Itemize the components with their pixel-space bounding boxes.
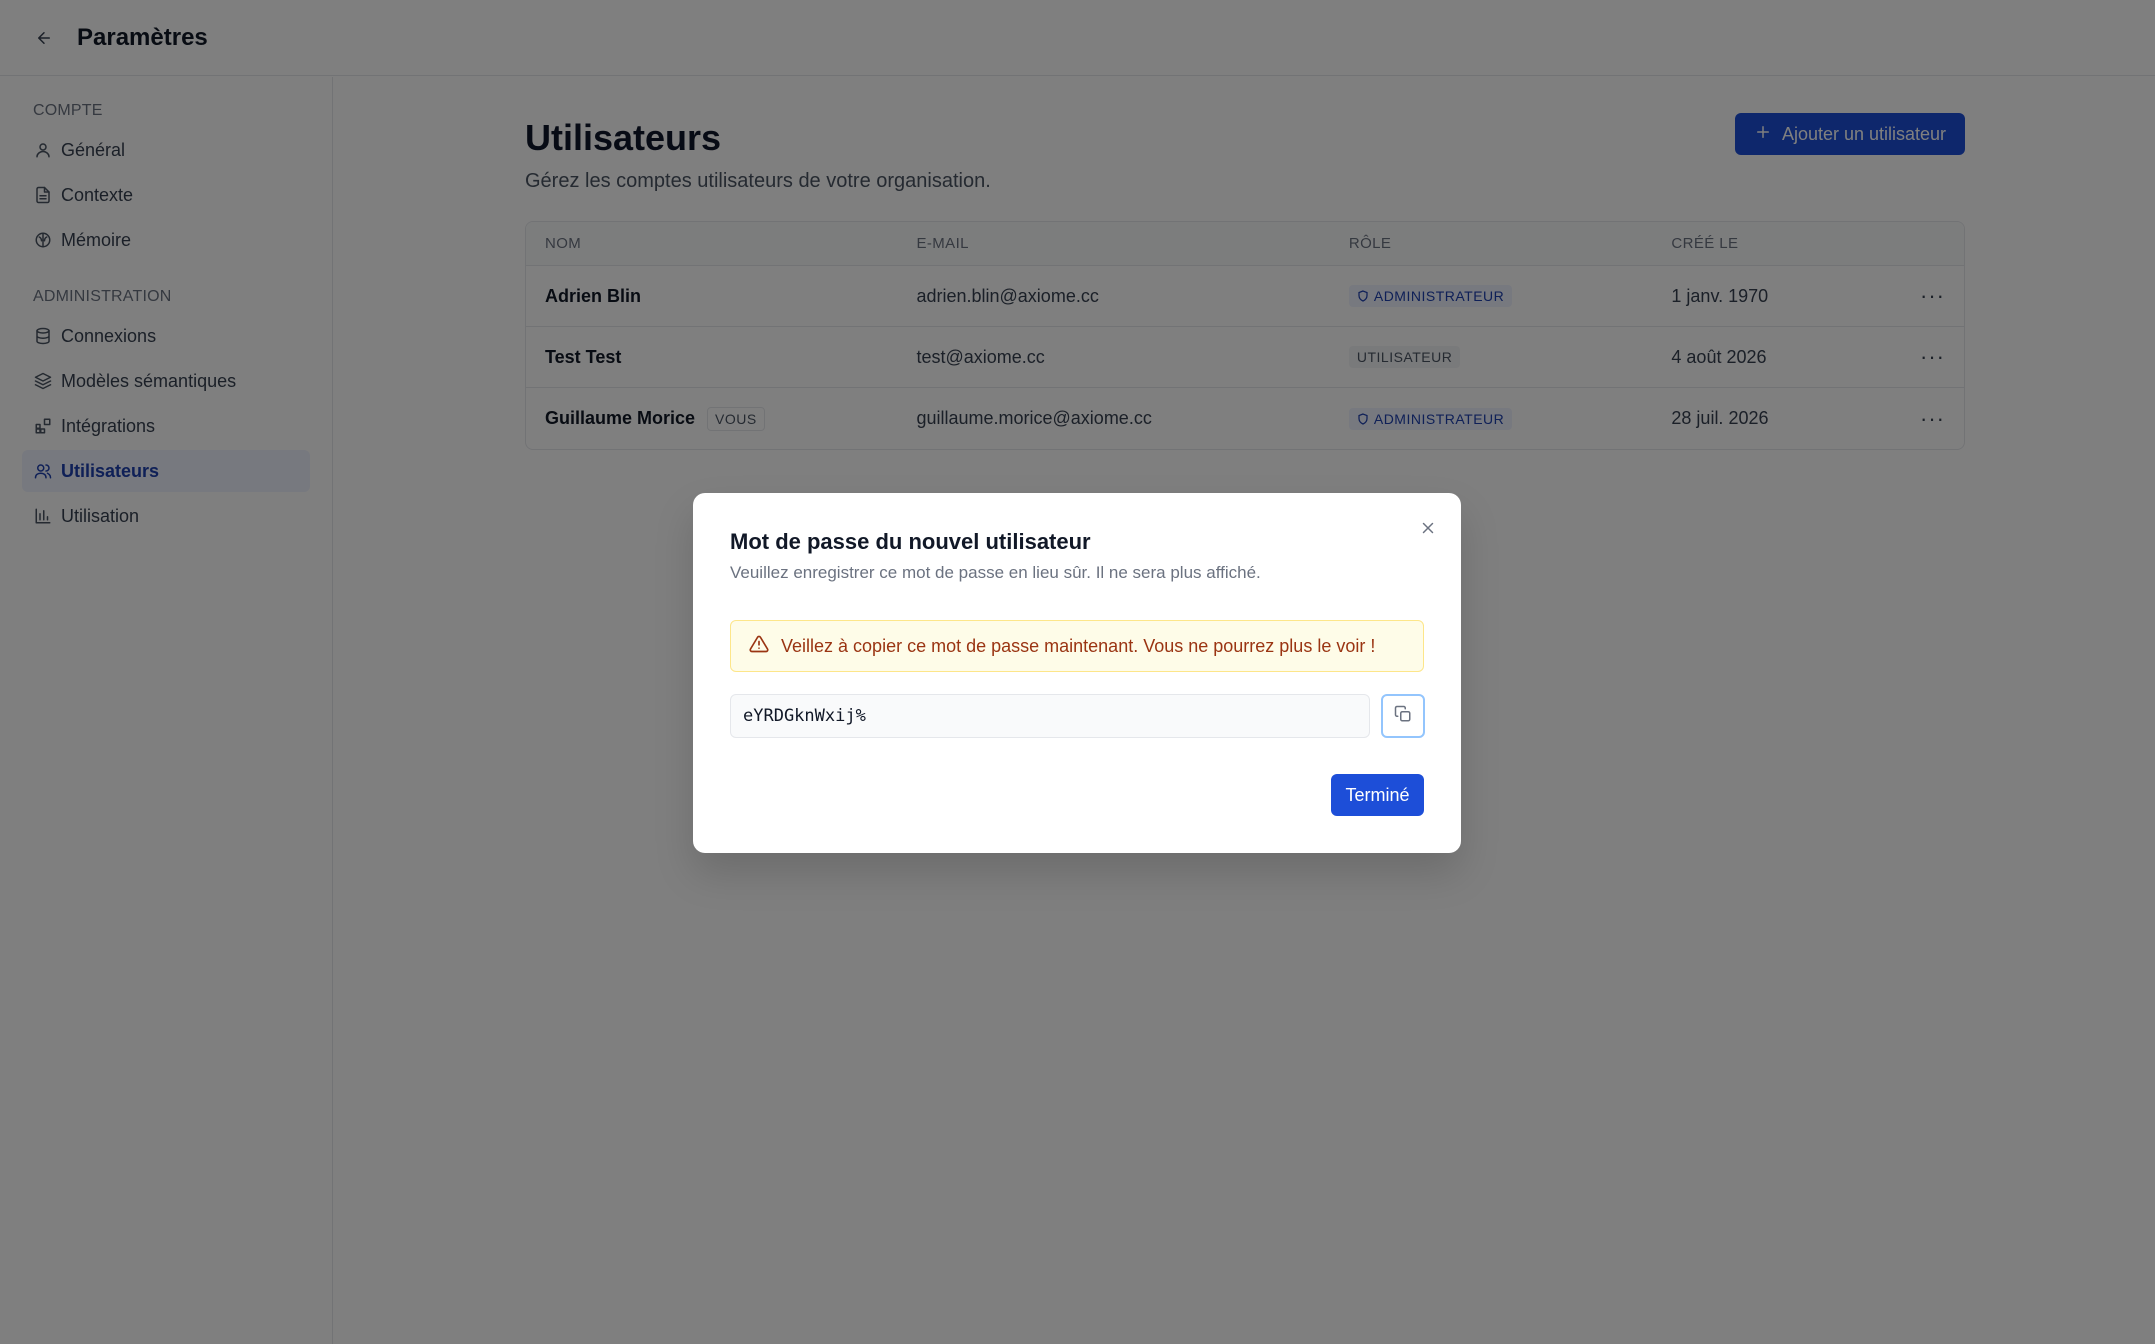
warning-text: Veillez à copier ce mot de passe mainten… xyxy=(781,635,1376,656)
password-field[interactable] xyxy=(730,694,1370,738)
close-icon[interactable] xyxy=(1417,517,1439,539)
copy-icon xyxy=(1394,705,1412,728)
done-button[interactable]: Terminé xyxy=(1331,774,1424,816)
new-password-dialog: Mot de passe du nouvel utilisateur Veuil… xyxy=(693,493,1461,853)
warning-banner: Veillez à copier ce mot de passe mainten… xyxy=(730,620,1424,672)
dialog-title: Mot de passe du nouvel utilisateur xyxy=(730,529,1091,554)
alert-triangle-icon xyxy=(749,634,769,659)
copy-button[interactable] xyxy=(1381,694,1425,738)
dialog-description: Veuillez enregistrer ce mot de passe en … xyxy=(730,563,1261,582)
